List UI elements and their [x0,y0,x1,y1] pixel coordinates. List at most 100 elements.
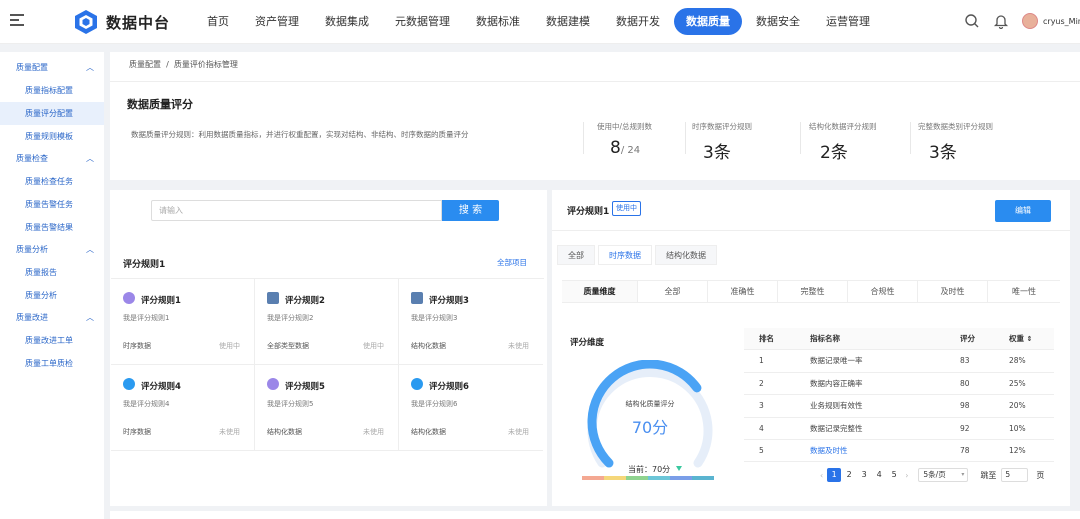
scale-segment [692,476,714,480]
bell-icon[interactable] [993,13,1009,29]
username[interactable]: cryus_Min [1043,17,1080,26]
sidebar-item-alert-task[interactable]: 质量告警任务 [0,193,104,216]
chevron-down-icon: ▾ [961,471,965,478]
sidebar-item-score-config[interactable]: 质量评分配置 [0,102,104,125]
nav-security[interactable]: 数据安全 [744,8,812,35]
page-5[interactable]: 5 [887,468,901,482]
data-type-tabs: 全部 时序数据 结构化数据 [557,245,720,265]
breadcrumb-current: 质量评价指标管理 [173,60,238,69]
rule-card-type: 时序数据 [123,428,151,436]
rule-card[interactable]: 评分规则3 我是评分规则3 结构化数据 未使用 [399,279,543,365]
stat-total-rules: 使用中/总规则数 8/ 24 [597,121,652,158]
nav-modeling[interactable]: 数据建模 [534,8,602,35]
indicator-table: 排名 指标名称 评分 权重 ⇕ 1 数据记录唯一率 83 28% 2 数据内容正… [744,328,1054,463]
nav-home[interactable]: 首页 [195,8,241,35]
rule-card-type: 结构化数据 [411,342,446,350]
nav-integration[interactable]: 数据集成 [313,8,381,35]
rule-card-status: 未使用 [508,342,529,350]
avatar[interactable] [1022,13,1038,29]
scale-segment [604,476,626,480]
pagination: ‹ 1 2 3 4 5 › 5条/页 ▾ 跳至 5 页 [820,468,1044,482]
nav-standard[interactable]: 数据标准 [464,8,532,35]
sidebar-item-indicator-config[interactable]: 质量指标配置 [0,79,104,102]
dim-tab-compliance[interactable]: 合规性 [848,281,918,302]
logo-icon [75,10,97,34]
tab-structured[interactable]: 结构化数据 [655,245,717,265]
dim-tab-timeliness[interactable]: 及时性 [918,281,988,302]
sidebar-item-report[interactable]: 质量报告 [0,261,104,284]
sidebar-item-alert-result[interactable]: 质量告警结果 [0,216,104,239]
cell-weight: 10% [1009,423,1026,433]
tab-all[interactable]: 全部 [557,245,595,265]
tab-timeseries[interactable]: 时序数据 [598,245,652,265]
rule-card-name: 评分规则3 [429,296,469,306]
menu-icon[interactable] [10,14,24,28]
page-2[interactable]: 2 [842,468,856,482]
breadcrumb: 质量配置 / 质量评价指标管理 [129,59,238,70]
gauge-title: 评分维度 [570,338,605,348]
stat-label: 使用中/总规则数 [597,122,653,131]
col-name: 指标名称 [810,334,840,343]
dim-tab-all[interactable]: 全部 [638,281,708,302]
sidebar-item-ticket-inspection[interactable]: 质量工单质检 [0,352,104,375]
status-badge: 使用中 [612,201,641,216]
dim-tab-completeness[interactable]: 完整性 [778,281,848,302]
table-row: 3 业务规则有效性 98 20% [744,395,1054,418]
rule-card-status: 使用中 [363,342,384,350]
sidebar-group-analysis[interactable]: 质量分析 ︿ [0,239,104,261]
rule-card[interactable]: 评分规则6 我是评分规则6 结构化数据 未使用 [399,365,543,451]
rule-card[interactable]: 评分规则1 我是评分规则1 时序数据 使用中 [111,279,255,365]
sidebar-group-check[interactable]: 质量检查 ︿ [0,148,104,170]
cloud-icon [411,378,423,390]
sidebar-item-improve-ticket[interactable]: 质量改进工单 [0,329,104,352]
col-weight-label: 权重 [1009,334,1024,343]
page-4[interactable]: 4 [872,468,886,482]
search-input[interactable] [151,200,442,221]
dim-tab-accuracy[interactable]: 准确性 [708,281,778,302]
nav-metadata[interactable]: 元数据管理 [383,8,462,35]
score-scale-bar [582,476,714,480]
sidebar-group-improve[interactable]: 质量改进 ︿ [0,307,104,329]
rule-card[interactable]: 评分规则5 我是评分规则5 结构化数据 未使用 [255,365,399,451]
sidebar-item-analysis[interactable]: 质量分析 [0,284,104,307]
book-icon [267,292,279,304]
sidebar-group-config[interactable]: 质量配置 ︿ [0,57,104,79]
cell-name[interactable]: 数据及时性 [810,440,938,461]
divider [552,230,1070,231]
dimension-tabs: 质量维度 全部 准确性 完整性 合规性 及时性 唯一性 [562,280,1060,303]
rule-card[interactable]: 评分规则4 我是评分规则4 时序数据 未使用 [111,365,255,451]
rule-card-desc: 我是评分规则2 [267,314,314,322]
edit-button[interactable]: 编辑 [995,200,1051,222]
nav-development[interactable]: 数据开发 [604,8,672,35]
search-button[interactable]: 搜 索 [442,200,499,221]
cell-name: 数据内容正确率 [810,378,863,388]
nav-quality[interactable]: 数据质量 [674,8,742,35]
cell-rank: 3 [759,401,764,411]
sort-icon[interactable]: ⇕ [1027,335,1033,343]
top-actions: cryus_Min [964,13,1080,29]
table-row: 1 数据记录唯一率 83 28% [744,350,1054,373]
sidebar-item-rule-template[interactable]: 质量规则模板 [0,125,104,148]
dim-tab-uniqueness[interactable]: 唯一性 [988,281,1060,302]
page-title: 数据质量评分 [127,98,193,111]
gauge-value: 70分 [631,418,669,437]
rule-card-name: 评分规则1 [141,296,181,306]
cell-rank: 2 [759,378,764,388]
page-size-select[interactable]: 5条/页 ▾ [918,468,969,482]
table-header-row: 排名 指标名称 评分 权重 ⇕ [744,328,1054,351]
page-3[interactable]: 3 [857,468,871,482]
nav-asset[interactable]: 资产管理 [243,8,311,35]
table-row: 2 数据内容正确率 80 25% [744,373,1054,396]
rule-card[interactable]: 评分规则2 我是评分规则2 全部类型数据 使用中 [255,279,399,365]
sidebar-item-check-task[interactable]: 质量检查任务 [0,170,104,193]
all-projects-link[interactable]: 全部项目 [497,257,527,268]
dimension-header: 质量维度 [562,281,638,302]
jump-input[interactable]: 5 [1001,468,1029,482]
nav-operation[interactable]: 运营管理 [814,8,882,35]
page-1[interactable]: 1 [827,468,842,482]
col-weight[interactable]: 权重 ⇕ [1001,328,1054,349]
search-icon[interactable] [964,13,980,29]
breadcrumb-item[interactable]: 质量配置 [129,60,161,69]
chevron-left-icon[interactable]: ‹ [820,471,823,480]
chevron-right-icon[interactable]: › [905,471,908,480]
